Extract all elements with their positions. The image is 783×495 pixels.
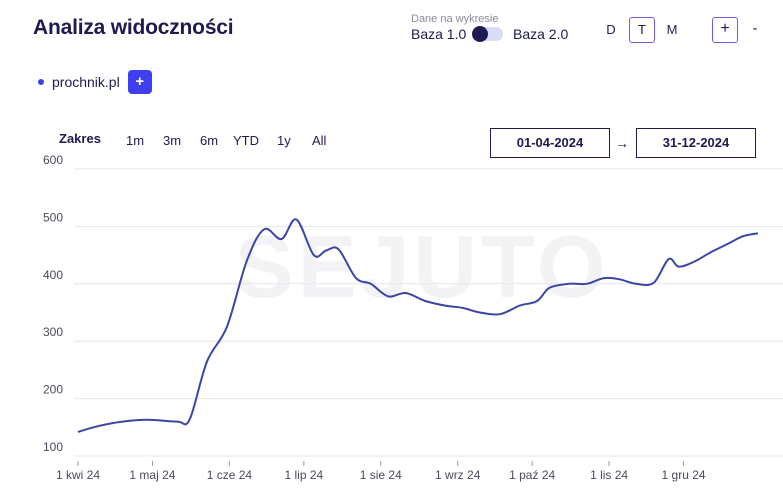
y-tick-label: 200 [43,383,63,397]
watermark: SEJUTO [235,217,610,316]
x-tick-label: 1 lip 24 [284,468,323,482]
x-tick-label: 1 sie 24 [360,468,402,482]
x-tick-label: 1 paź 24 [509,468,555,482]
y-tick-label: 500 [43,210,63,224]
x-tick-label: 1 maj 24 [129,468,175,482]
x-tick-label: 1 cze 24 [207,468,253,482]
y-tick-label: 600 [43,153,63,167]
y-tick-label: 100 [43,440,63,454]
x-tick-label: 1 kwi 24 [56,468,100,482]
y-tick-label: 400 [43,268,63,282]
x-axis: 1 kwi 24 1 maj 24 1 cze 24 1 lip 24 1 sie 24… [56,461,706,482]
x-tick-label: 1 gru 24 [662,468,706,482]
y-axis: 100 200 300 400 500 600 [43,153,63,454]
y-tick-label: 300 [43,325,63,339]
x-tick-label: 1 wrz 24 [435,468,481,482]
x-tick-label: 1 lis 24 [590,468,628,482]
visibility-chart: SEJUTO 100 200 300 400 500 600 1 kwi 24 1 maj … [43,153,783,482]
